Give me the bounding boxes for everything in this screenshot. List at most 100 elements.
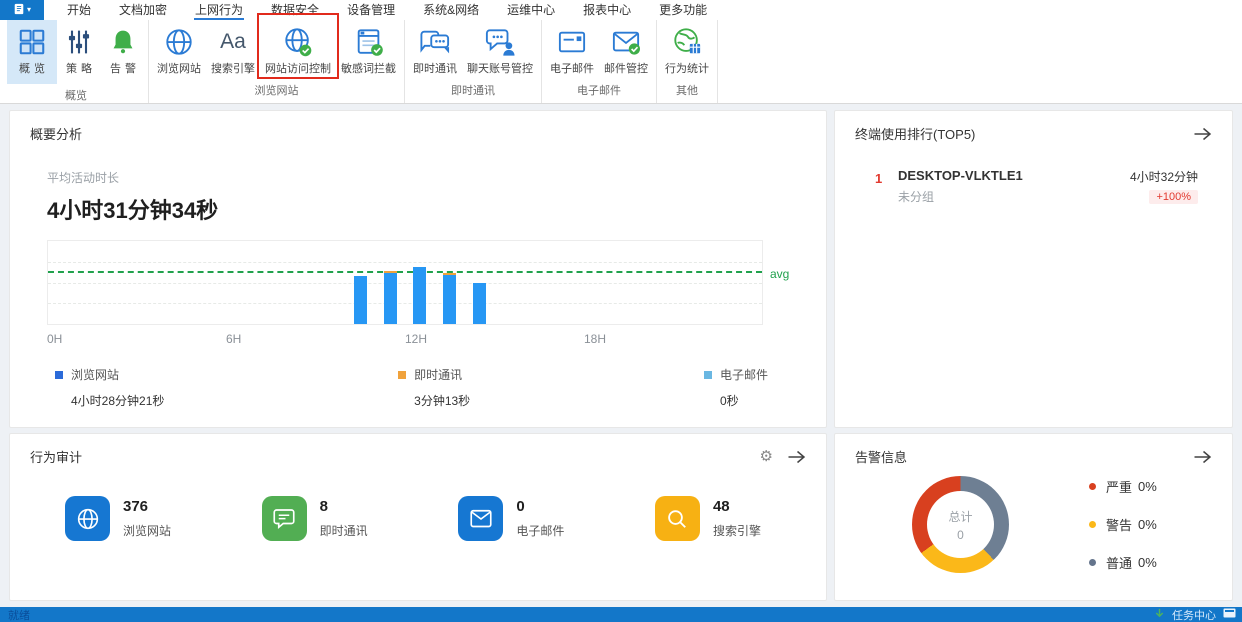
ribbon-item-website-access-control[interactable]: 网站访问控制	[257, 13, 339, 79]
arrow-right-icon[interactable]	[787, 450, 806, 464]
legend-dot	[1089, 483, 1096, 490]
top5-panel: 终端使用排行(TOP5) 1 DESKTOP-VLKTLE1 未分组 4小时32…	[834, 110, 1233, 428]
grid-icon	[17, 25, 47, 58]
legend-dot	[1089, 521, 1096, 528]
download-icon	[1154, 608, 1165, 622]
chat-user-icon	[484, 25, 516, 58]
ribbon-item-label: 电子邮件	[550, 63, 594, 75]
activity-chart-plot	[47, 240, 763, 325]
globe-icon	[65, 496, 110, 541]
app-logo-icon	[13, 3, 25, 18]
mail-icon	[458, 496, 504, 541]
menu-item-data-security[interactable]: 数据安全	[270, 0, 320, 20]
panel-title: 终端使用排行(TOP5)	[855, 127, 976, 142]
x-axis-tick: 0H	[47, 332, 63, 346]
ribbon-item-email[interactable]: 电子邮件	[545, 20, 599, 79]
mail-icon	[557, 25, 587, 58]
ribbon-item-label: 即时通讯	[413, 63, 457, 75]
menu-item-more[interactable]: 更多功能	[658, 0, 708, 20]
donut-center-value: 0	[957, 527, 964, 542]
legend-value: 4小时28分钟21秒	[71, 394, 165, 408]
ribbon-item-alert[interactable]: 告警	[101, 20, 145, 79]
activity-legend: 浏览网站 4小时28分钟21秒 即时通讯 3分钟13秒 电子邮件 0秒	[55, 366, 768, 409]
gridline	[48, 261, 762, 263]
ribbon-group-email: 电子邮件 邮件管控 电子邮件	[542, 20, 657, 103]
audit-tile[interactable]: 0 电子邮件	[458, 496, 564, 541]
ribbon-item-label: 浏览网站	[157, 63, 201, 75]
menu-item-system-network[interactable]: 系统&网络	[422, 0, 480, 20]
ribbon-item-browse-website[interactable]: 浏览网站	[152, 20, 206, 79]
dashboard-content: 概要分析 平均活动时长 4小时31分钟34秒 avg 0H 6H 12H 18H 浏览…	[0, 104, 1242, 607]
ribbon-item-overview[interactable]: 概览	[7, 20, 57, 84]
donut-center: 总计 0	[927, 491, 994, 558]
ribbon-item-chat-account-control[interactable]: 聊天账号管控	[462, 20, 538, 79]
audit-tile[interactable]: 376 浏览网站	[65, 496, 171, 541]
arrow-right-icon[interactable]	[1193, 450, 1212, 464]
panel-title: 告警信息	[855, 450, 908, 465]
panel-title: 概要分析	[30, 127, 83, 142]
ribbon-group-label: 其他	[676, 85, 698, 97]
task-center-button[interactable]: 任务中心	[1172, 607, 1216, 622]
ribbon-group-im: 即时通讯 聊天账号管控 即时通讯	[405, 20, 542, 103]
letters-icon: Aa	[220, 29, 246, 53]
menu-item-report-center[interactable]: 报表中心	[582, 0, 632, 20]
legend-swatch	[703, 370, 712, 379]
ribbon: 概览 策略 告警 概览 浏览网站 Aa 搜索引擎 网站访问控制 敏感词拦截 浏览…	[0, 13, 1242, 104]
alert-level-pct: 0%	[1138, 555, 1157, 570]
ribbon-item-email-control[interactable]: 邮件管控	[599, 20, 653, 79]
ribbon-group-label: 浏览网站	[254, 85, 299, 97]
window-icon[interactable]	[1223, 608, 1236, 621]
alert-level-label: 警告	[1106, 518, 1133, 533]
audit-tile[interactable]: 8 即时通讯	[261, 496, 368, 541]
activity-legend-item: 浏览网站 4小时28分钟21秒	[55, 366, 164, 409]
chat-icon	[419, 25, 451, 58]
gear-icon[interactable]: ⚙	[760, 449, 773, 464]
alerts-panel: 告警信息 总计 0 严重 0% 警告 0% 普通 0%	[834, 433, 1233, 601]
menu-item-ops-center[interactable]: 运维中心	[506, 0, 556, 20]
alert-level-label: 严重	[1106, 480, 1133, 495]
menu-item-internet-behavior[interactable]: 上网行为	[194, 0, 245, 20]
alert-legend-item: 普通 0%	[1089, 553, 1157, 572]
alert-legend: 严重 0% 警告 0% 普通 0%	[1089, 477, 1157, 572]
menu-item-device-mgmt[interactable]: 设备管理	[346, 0, 396, 20]
ribbon-item-behavior-stats[interactable]: 行为统计	[660, 20, 714, 79]
globe-icon	[164, 25, 194, 58]
ribbon-group-label: 即时通讯	[451, 85, 495, 97]
mail-check-icon	[611, 25, 641, 58]
globe-stats-icon	[672, 25, 702, 58]
arrow-right-icon[interactable]	[1193, 127, 1212, 141]
sliders-icon	[65, 25, 93, 58]
ribbon-item-search-engine[interactable]: Aa 搜索引擎	[206, 20, 260, 79]
donut-center-label: 总计	[948, 509, 973, 524]
avg-label: avg	[770, 266, 790, 281]
panel-title: 行为审计	[30, 450, 83, 465]
x-axis-tick: 12H	[405, 332, 428, 346]
ribbon-item-im[interactable]: 即时通讯	[408, 20, 462, 79]
legend-swatch	[398, 370, 407, 379]
menu-item-start[interactable]: 开始	[66, 0, 92, 20]
activity-legend-item: 电子邮件 0秒	[703, 366, 768, 409]
terminal-name: DESKTOP-VLKTLE1	[898, 168, 1023, 183]
menu-item-doc-encrypt[interactable]: 文档加密	[118, 0, 168, 20]
legend-label: 浏览网站	[71, 368, 120, 382]
delta-badge: +100%	[1149, 190, 1198, 204]
globe-check-icon	[283, 25, 313, 58]
bell-icon	[109, 25, 137, 58]
alert-level-pct: 0%	[1138, 479, 1157, 494]
ribbon-group-label: 电子邮件	[577, 85, 621, 97]
activity-bar	[413, 267, 427, 324]
audit-tile[interactable]: 48 搜索引擎	[654, 496, 761, 541]
tile-label: 搜索引擎	[712, 524, 761, 538]
menu-bar: ▾ 开始 文档加密 上网行为 数据安全 设备管理 系统&网络 运维中心 报表中心…	[0, 0, 1242, 20]
top5-row[interactable]: 1 DESKTOP-VLKTLE1 未分组 4小时32分钟 +100%	[875, 168, 1198, 205]
activity-bar	[383, 271, 397, 324]
stat-label: 平均活动时长	[47, 171, 120, 185]
legend-swatch	[55, 370, 63, 379]
ribbon-item-label: 策略	[66, 63, 96, 75]
ribbon-item-policy[interactable]: 策略	[57, 20, 101, 79]
ribbon-item-sensitive-word-block[interactable]: 敏感词拦截	[336, 20, 401, 79]
app-menu-button[interactable]: ▾	[0, 0, 44, 20]
terminal-duration: 4小时32分钟	[1129, 170, 1198, 184]
audit-tiles: 376 浏览网站 8 即时通讯 0 电子邮件 48 搜索引擎	[65, 496, 761, 541]
legend-value: 0秒	[719, 394, 739, 408]
